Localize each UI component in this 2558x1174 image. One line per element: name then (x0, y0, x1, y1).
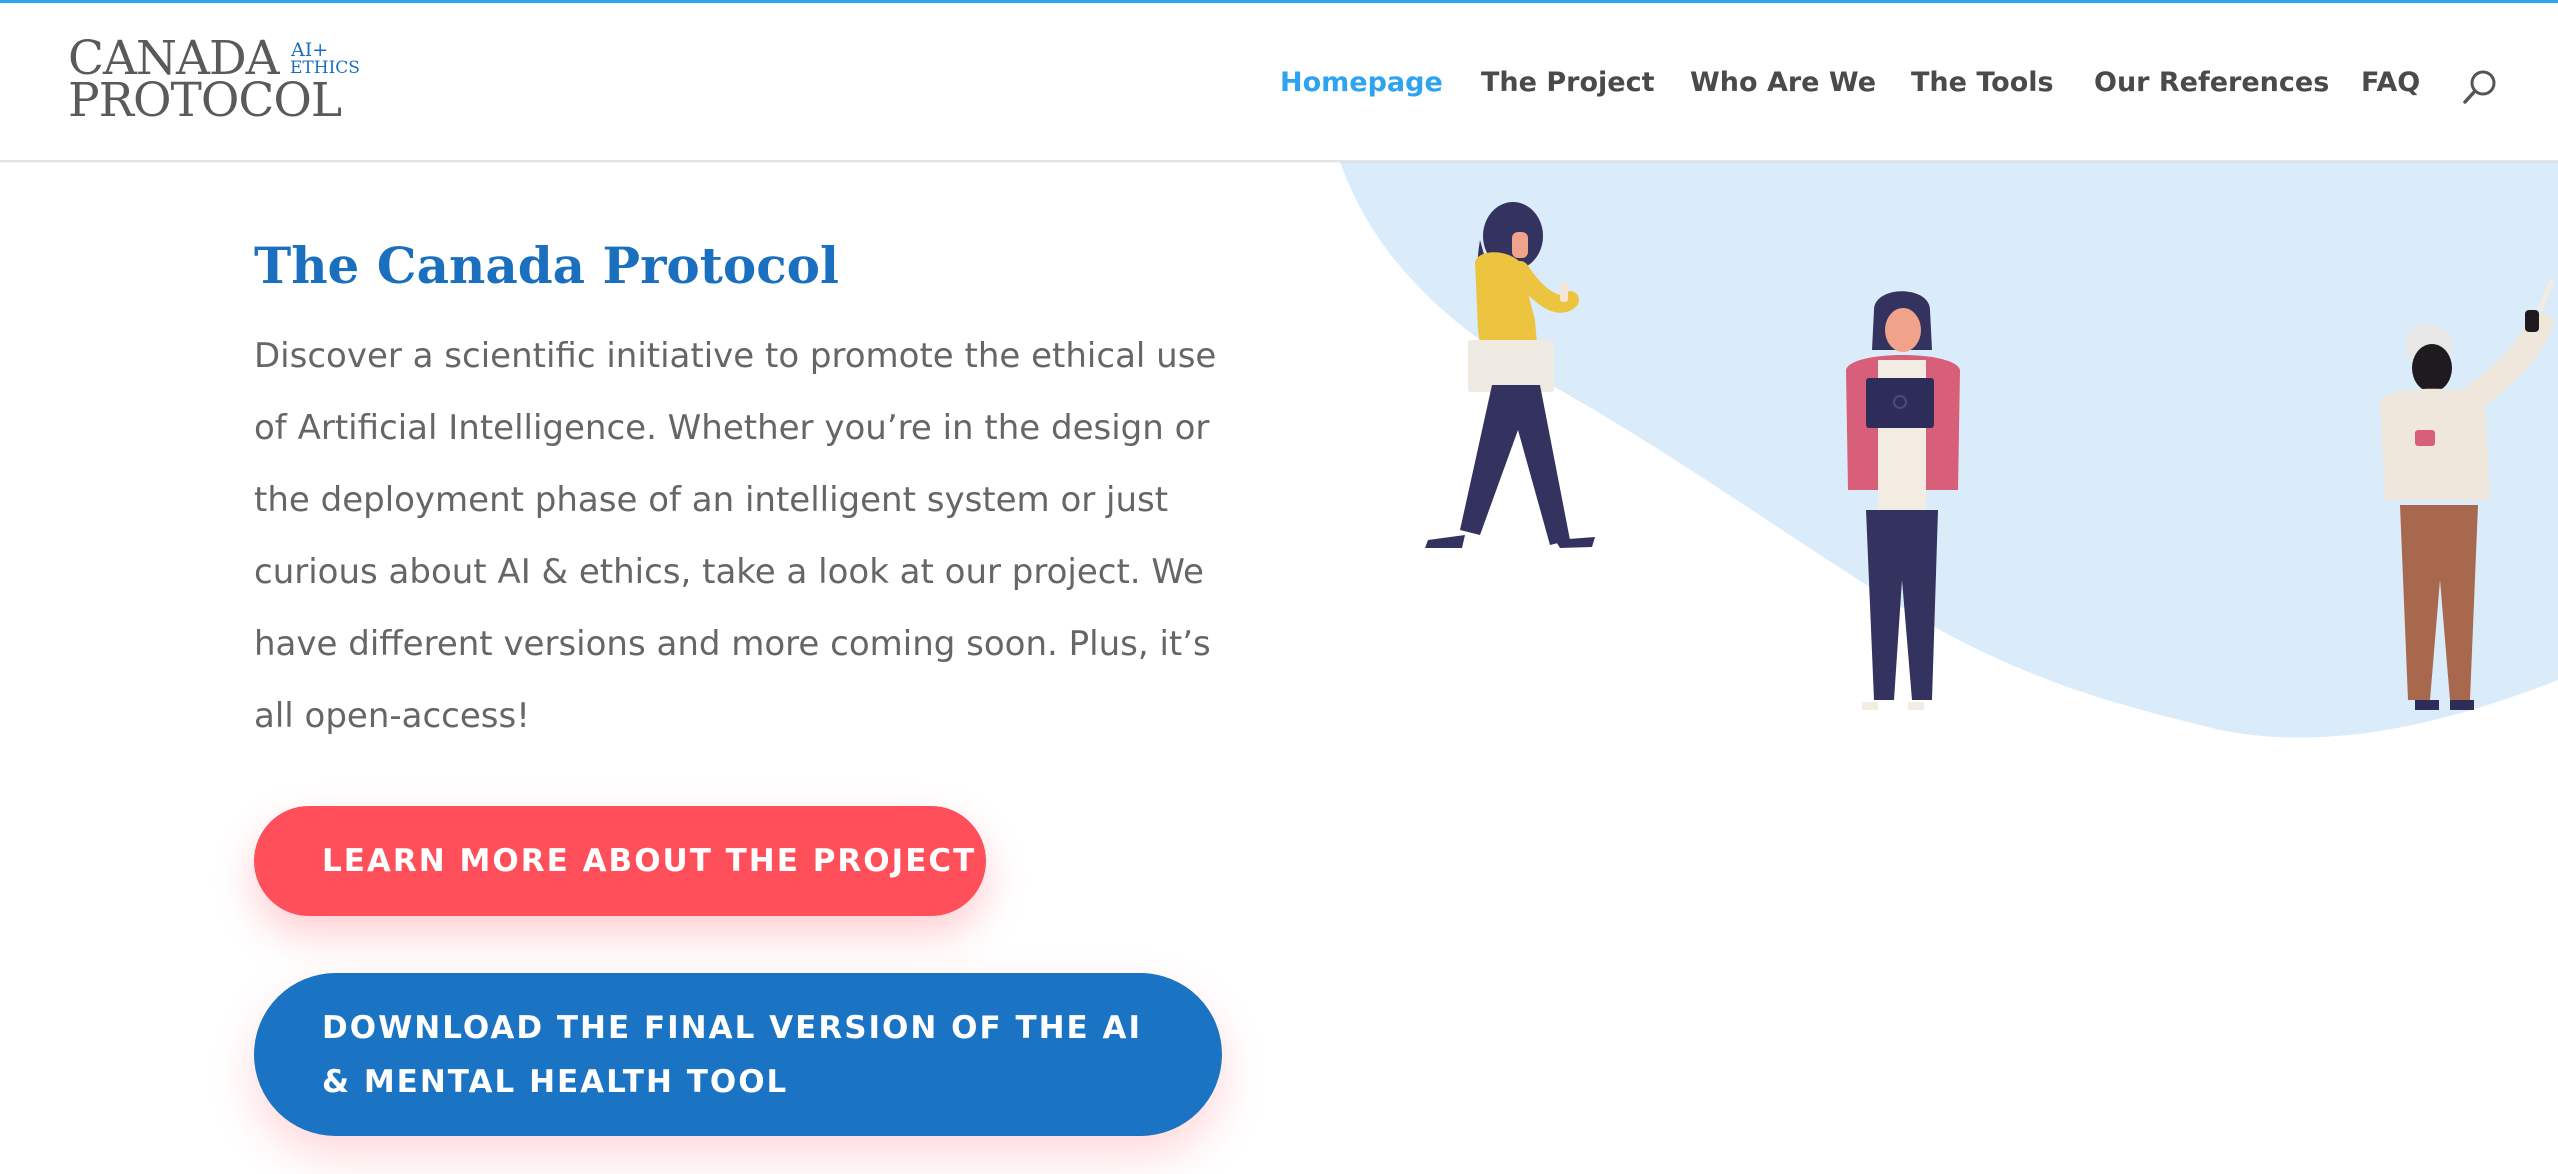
site-logo[interactable]: CANADA AI+ ETHICS PROTOCOL (68, 35, 368, 125)
woman-with-laptop-figure (1846, 291, 1960, 710)
search-icon[interactable] (2460, 67, 2500, 107)
nav-item-homepage[interactable]: Homepage (1280, 67, 1443, 103)
download-tool-button[interactable]: DOWNLOAD THE FINAL VERSION OF THE AI & M… (254, 973, 1222, 1136)
man-pointing-figure (2380, 279, 2555, 710)
page-title: The Canada Protocol (254, 236, 840, 295)
nav-item-who-are-we[interactable]: Who Are We (1690, 67, 1876, 103)
site-header: CANADA AI+ ETHICS PROTOCOL Homepage The … (0, 3, 2558, 162)
intro-paragraph: Discover a scientific initiative to prom… (254, 336, 1217, 736)
nav-item-the-project[interactable]: The Project (1481, 67, 1654, 103)
nav-item-the-tools[interactable]: The Tools (1911, 67, 2054, 103)
nav-item-our-references[interactable]: Our References (2094, 67, 2329, 103)
logo-line-protocol: PROTOCOL (68, 73, 342, 128)
learn-more-button[interactable]: LEARN MORE ABOUT THE PROJECT (254, 806, 986, 916)
nav-item-faq[interactable]: FAQ (2361, 67, 2420, 103)
logo-ai-mark: AI+ (291, 39, 329, 61)
walking-woman-figure (1425, 202, 1595, 548)
